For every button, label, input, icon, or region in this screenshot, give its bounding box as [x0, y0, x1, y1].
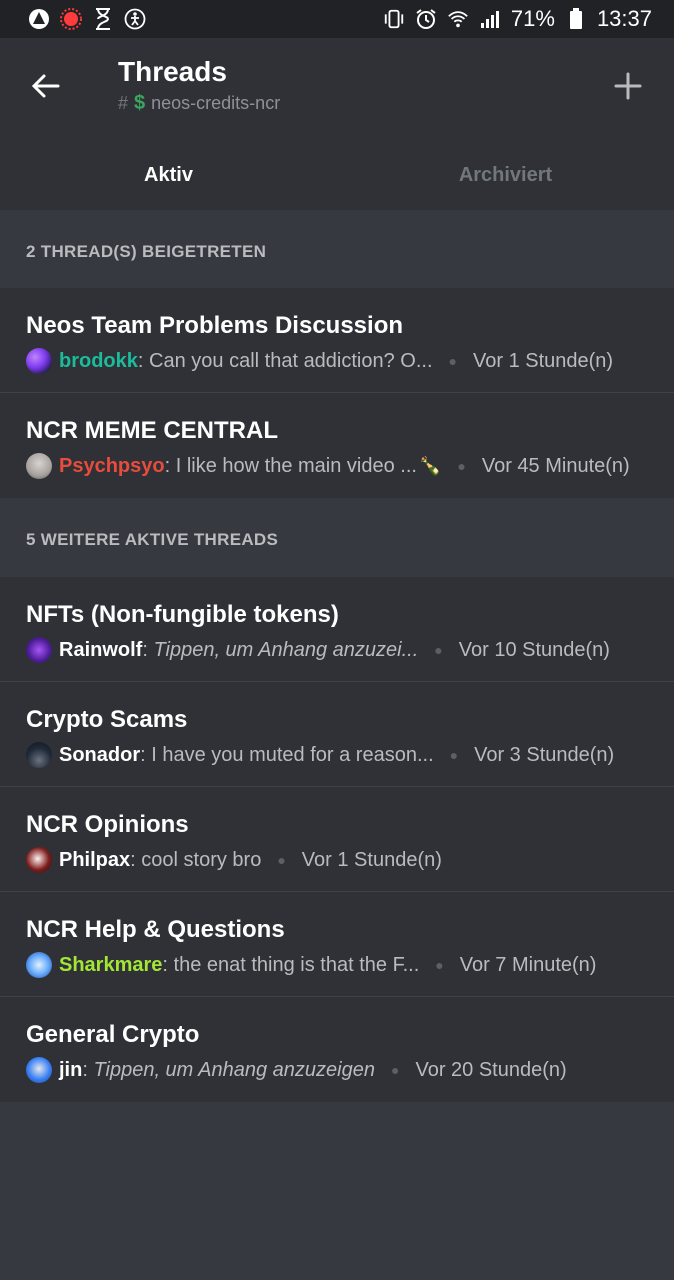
thread-title: General Crypto	[26, 1021, 200, 1048]
hash-icon: #	[118, 93, 129, 113]
author-name: Rainwolf	[59, 638, 143, 661]
active-thread-list: NFTs (Non-fungible tokens) Rainwolf : Ti…	[0, 577, 674, 1102]
author-name: Sonador	[59, 743, 141, 766]
last-message: I like how the main video ...	[175, 454, 417, 477]
thread-row[interactable]: NCR Opinions Philpax : cool story bro ● …	[0, 787, 674, 892]
thread-meta: brodokk : Can you call that addiction? O…	[26, 348, 648, 374]
thread-row[interactable]: NCR MEME CENTRAL Psychpsyo : I like how …	[0, 393, 674, 498]
separator-dot: ●	[449, 747, 459, 763]
avatar	[26, 742, 52, 768]
thread-meta: jin : Tippen, um Anhang anzuzeigen ● Vor…	[26, 1057, 648, 1083]
battery-icon	[565, 8, 587, 30]
arrow-left-icon	[31, 74, 60, 98]
battery-percentage: 71%	[510, 6, 555, 31]
avatar	[26, 1057, 52, 1083]
section-header-active: 5 WEITERE AKTIVE THREADS	[26, 530, 279, 549]
header: Threads # $ neos-credits-ncr Aktiv Archi…	[0, 38, 674, 210]
last-message: the enat thing is that the F...	[173, 953, 420, 976]
thread-row[interactable]: Crypto Scams Sonador : I have you muted …	[0, 682, 674, 787]
last-message: cool story bro	[141, 848, 262, 871]
timestamp: Vor 10 Stunde(n)	[458, 638, 610, 661]
thread-meta: Sonador : I have you muted for a reason.…	[26, 742, 648, 768]
avatar	[26, 952, 52, 978]
timestamp: Vor 7 Minute(n)	[459, 953, 597, 976]
separator-dot: ●	[448, 353, 457, 369]
thread-row[interactable]: Neos Team Problems Discussion brodokk : …	[0, 288, 674, 393]
tab-archiviert[interactable]: Archiviert	[337, 150, 674, 200]
tab-bar: Aktiv Archiviert	[0, 150, 674, 200]
bottle-emoji-icon: 🍾	[418, 455, 442, 476]
app-notification-icon	[28, 8, 50, 30]
last-message: Can you call that addiction? O...	[149, 349, 433, 372]
separator-dot: ●	[457, 458, 466, 474]
page-title: Threads	[118, 56, 227, 87]
separator-dot: ●	[435, 957, 444, 973]
separator-dot: ●	[277, 852, 286, 868]
separator-dot: ●	[434, 642, 443, 658]
thread-row[interactable]: NFTs (Non-fungible tokens) Rainwolf : Ti…	[0, 577, 674, 682]
avatar	[26, 847, 52, 873]
timestamp: Vor 1 Stunde(n)	[301, 848, 442, 871]
timestamp: Vor 45 Minute(n)	[481, 454, 630, 477]
accessibility-icon	[124, 8, 146, 30]
thread-meta: Philpax : cool story bro ● Vor 1 Stunde(…	[26, 847, 648, 873]
wifi-icon	[447, 8, 469, 30]
author-name: Philpax	[59, 848, 131, 871]
avatar	[26, 453, 52, 479]
joined-thread-list: Neos Team Problems Discussion brodokk : …	[0, 288, 674, 498]
author-name: Psychpsyo	[59, 454, 165, 477]
section-header-joined: 2 THREAD(S) BEIGETRETEN	[26, 242, 267, 261]
thread-title: NFTs (Non-fungible tokens)	[26, 601, 339, 628]
tab-aktiv[interactable]: Aktiv	[0, 150, 337, 200]
last-message: Tippen, um Anhang anzuzei...	[153, 638, 419, 661]
thread-title: NCR Opinions	[26, 811, 189, 838]
thread-meta: Sharkmare : the enat thing is that the F…	[26, 952, 648, 978]
thread-title: NCR MEME CENTRAL	[26, 417, 278, 444]
thread-row[interactable]: NCR Help & Questions Sharkmare : the ena…	[0, 892, 674, 997]
last-message: Tippen, um Anhang anzuzeigen	[93, 1058, 375, 1081]
thread-meta: Rainwolf : Tippen, um Anhang anzuzei... …	[26, 637, 648, 663]
signal-icon	[479, 8, 501, 30]
create-thread-button[interactable]	[608, 66, 648, 106]
dollar-icon: $	[134, 92, 146, 114]
channel-name: neos-credits-ncr	[151, 93, 281, 113]
author-name: jin	[59, 1058, 83, 1081]
hourglass-icon	[92, 8, 114, 30]
thread-title: Crypto Scams	[26, 706, 188, 733]
status-icons-right: 71% 13:37	[383, 6, 652, 32]
vibrate-icon	[383, 8, 405, 30]
last-message: I have you muted for a reason...	[151, 743, 434, 766]
back-button[interactable]	[26, 66, 66, 106]
thread-row[interactable]: General Crypto jin : Tippen, um Anhang a…	[0, 997, 674, 1102]
timestamp: Vor 3 Stunde(n)	[474, 743, 615, 766]
timestamp: Vor 20 Stunde(n)	[415, 1058, 567, 1081]
avatar	[26, 637, 52, 663]
timestamp: Vor 1 Stunde(n)	[473, 349, 614, 372]
plus-icon	[614, 72, 642, 100]
alarm-icon	[415, 8, 437, 30]
author-name: Sharkmare	[59, 953, 163, 976]
avatar	[26, 348, 52, 374]
thread-meta: Psychpsyo : I like how the main video ..…	[26, 453, 648, 479]
channel-subtitle: # $ neos-credits-ncr	[118, 92, 280, 115]
thread-title: Neos Team Problems Discussion	[26, 312, 404, 339]
separator-dot: ●	[390, 1062, 400, 1078]
author-name: brodokk	[59, 349, 138, 372]
clock: 13:37	[596, 6, 652, 31]
recording-icon	[60, 8, 82, 30]
thread-title: NCR Help & Questions	[26, 916, 285, 943]
status-bar: 71% 13:37	[0, 0, 674, 38]
status-icons-left	[28, 8, 146, 30]
